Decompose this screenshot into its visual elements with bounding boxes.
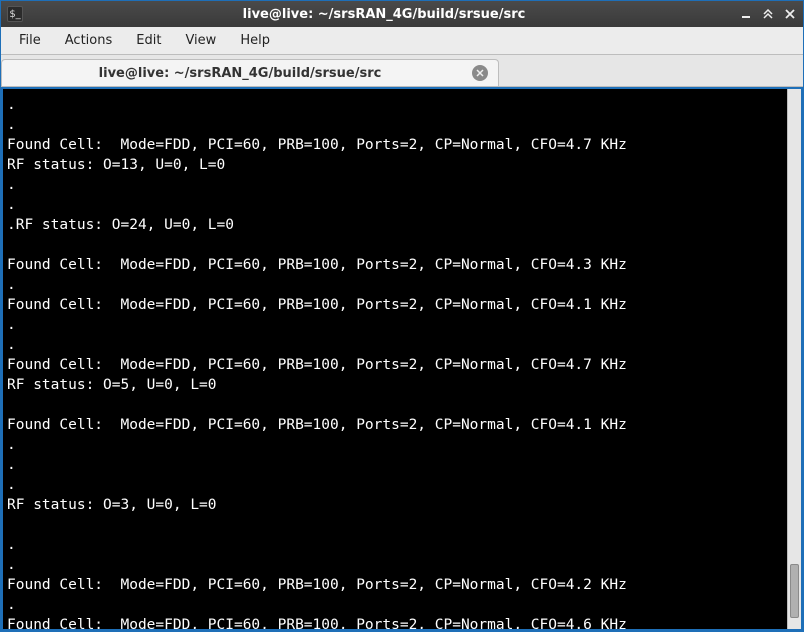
tab-active[interactable]: live@live: ~/srsRAN_4G/build/srsue/src <box>1 59 499 86</box>
window-controls <box>739 7 797 21</box>
menu-actions[interactable]: Actions <box>53 29 125 52</box>
minimize-button[interactable] <box>739 7 753 21</box>
menu-view[interactable]: View <box>173 29 228 52</box>
menubar: File Actions Edit View Help <box>1 27 803 55</box>
window-title: live@live: ~/srsRAN_4G/build/srsue/src <box>29 7 739 22</box>
tab-label: live@live: ~/srsRAN_4G/build/srsue/src <box>16 66 464 81</box>
tabbar: live@live: ~/srsRAN_4G/build/srsue/src <box>1 55 803 87</box>
menu-edit[interactable]: Edit <box>124 29 173 52</box>
menu-help[interactable]: Help <box>228 29 282 52</box>
maximize-button[interactable] <box>761 7 775 21</box>
scrollbar-thumb[interactable] <box>790 564 799 618</box>
menu-file[interactable]: File <box>7 29 53 52</box>
terminal-output[interactable]: . . Found Cell: Mode=FDD, PCI=60, PRB=10… <box>3 89 787 629</box>
titlebar[interactable]: $_ live@live: ~/srsRAN_4G/build/srsue/sr… <box>1 1 803 27</box>
tab-close-icon[interactable] <box>472 65 488 81</box>
app-icon: $_ <box>7 6 23 22</box>
terminal-window: $_ live@live: ~/srsRAN_4G/build/srsue/sr… <box>0 0 804 632</box>
scrollbar[interactable] <box>787 89 801 629</box>
close-button[interactable] <box>783 7 797 21</box>
content-area: . . Found Cell: Mode=FDD, PCI=60, PRB=10… <box>1 87 803 631</box>
